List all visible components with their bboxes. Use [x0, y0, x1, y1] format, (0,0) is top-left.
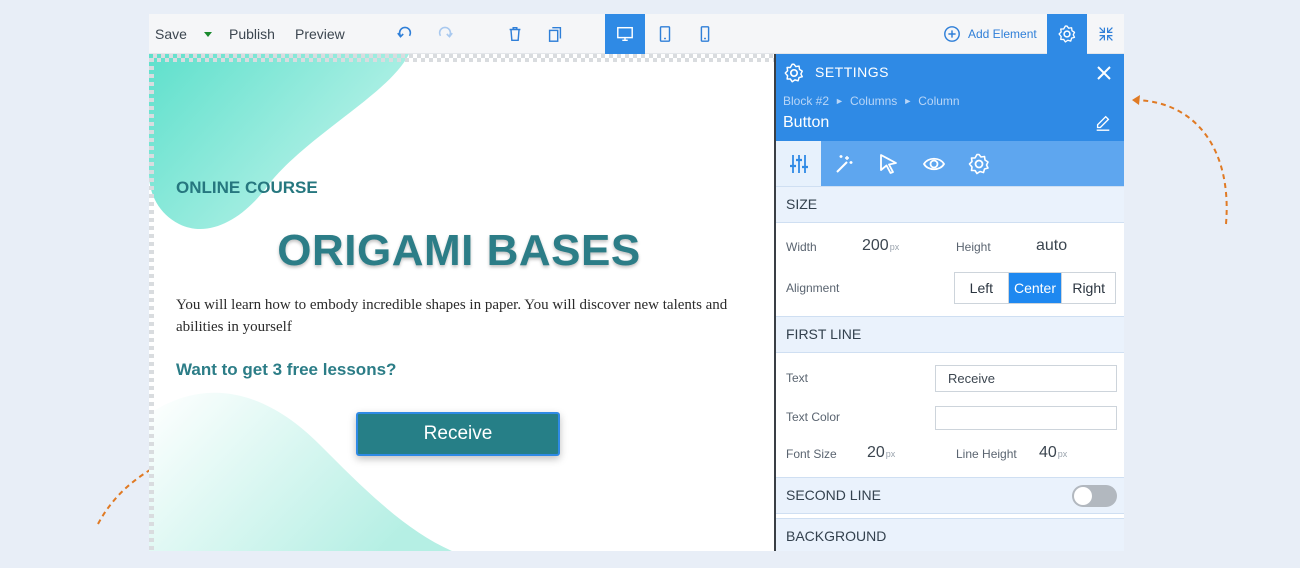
tab-visibility[interactable]: [911, 141, 956, 186]
line-height-value: 40: [1039, 444, 1057, 461]
settings-gear-button[interactable]: [1047, 14, 1087, 54]
redo-icon[interactable]: [425, 14, 465, 54]
font-size-label: Font Size: [786, 447, 837, 461]
duplicate-icon[interactable]: [535, 14, 575, 54]
line-height-unit: px: [1057, 449, 1068, 459]
settings-tabs: [776, 141, 1124, 186]
align-left-button[interactable]: Left: [955, 273, 1008, 303]
annotation-arrow-right: [1132, 95, 1228, 225]
sliders-icon: [789, 154, 808, 173]
mobile-view-icon[interactable]: [685, 14, 725, 54]
gear-icon: [1058, 25, 1076, 43]
tab-effects[interactable]: [821, 141, 866, 186]
preview-button[interactable]: Preview: [295, 14, 345, 54]
font-size-value: 20: [867, 444, 885, 461]
add-element-button[interactable]: Add Element: [943, 14, 1037, 54]
close-icon[interactable]: [1094, 63, 1114, 83]
width-value: 200: [862, 237, 889, 254]
add-element-label: Add Element: [968, 27, 1037, 41]
alignment-label: Alignment: [786, 281, 840, 295]
tablet-view-icon[interactable]: [645, 14, 685, 54]
tab-settings[interactable]: [956, 141, 1001, 186]
gear-icon: [968, 153, 989, 174]
text-color-label: Text Color: [786, 410, 841, 424]
section-size[interactable]: SIZE: [776, 186, 1124, 223]
second-line-toggle[interactable]: [1072, 485, 1117, 507]
top-decor-shape: [149, 54, 409, 230]
plus-circle-icon: [944, 26, 960, 42]
breadcrumb-columns[interactable]: Columns: [850, 94, 897, 108]
breadcrumb: Block #2 ► Columns ► Column: [783, 94, 960, 108]
pencil-icon[interactable]: [1094, 114, 1112, 132]
alignment-selector: Left Center Right: [954, 272, 1116, 304]
editor-app: Save Publish Preview Add Element ONLINE …: [149, 14, 1124, 551]
line-height-label: Line Height: [956, 447, 1017, 461]
eye-icon: [922, 157, 945, 170]
cursor-icon: [879, 153, 897, 174]
desktop-view-icon[interactable]: [605, 14, 645, 54]
canvas-top-border: [149, 54, 775, 62]
page-title: ORIGAMI BASES: [277, 226, 641, 275]
settings-header: SETTINGS Block #2 ► Columns ► Column But…: [776, 54, 1124, 141]
settings-gear-icon: [784, 63, 803, 83]
top-toolbar: Save Publish Preview Add Element: [149, 14, 1124, 54]
line-height-field[interactable]: 40px: [1039, 444, 1067, 462]
align-right-button[interactable]: Right: [1061, 273, 1115, 303]
tab-adjustments[interactable]: [776, 141, 821, 186]
element-name: Button: [783, 114, 830, 131]
height-value[interactable]: auto: [1036, 237, 1067, 255]
course-label: ONLINE COURSE: [176, 178, 318, 197]
toggle-knob: [1074, 487, 1092, 505]
bottom-decor-shape: [149, 392, 453, 551]
font-size-field[interactable]: 20px: [867, 444, 895, 462]
settings-panel: SETTINGS Block #2 ► Columns ► Column But…: [776, 54, 1124, 551]
width-unit: px: [889, 242, 900, 252]
question-text: Want to get 3 free lessons?: [176, 360, 397, 379]
width-value-field[interactable]: 200px: [862, 237, 899, 255]
publish-button[interactable]: Publish: [229, 14, 275, 54]
text-input[interactable]: Receive: [935, 365, 1117, 392]
tab-actions[interactable]: [866, 141, 911, 186]
settings-title: SETTINGS: [815, 64, 890, 80]
canvas-left-border: [149, 54, 154, 551]
description-text: You will learn how to embody incredible …: [176, 297, 728, 335]
align-center-button[interactable]: Center: [1007, 273, 1062, 303]
save-button[interactable]: Save: [155, 14, 187, 54]
text-color-input[interactable]: [935, 406, 1117, 430]
height-label: Height: [956, 240, 991, 254]
breadcrumb-block[interactable]: Block #2: [783, 94, 829, 108]
undo-icon[interactable]: [385, 14, 425, 54]
section-first-line[interactable]: FIRST LINE: [776, 316, 1124, 353]
width-label: Width: [786, 240, 817, 254]
breadcrumb-separator-icon: ►: [903, 96, 913, 106]
text-label: Text: [786, 371, 809, 385]
receive-button[interactable]: Receive: [356, 412, 560, 456]
breadcrumb-column[interactable]: Column: [918, 94, 959, 108]
breadcrumb-separator-icon: ►: [835, 96, 844, 106]
page-canvas[interactable]: ONLINE COURSE ORIGAMI BASES You will lea…: [149, 54, 775, 551]
section-background[interactable]: BACKGROUND: [776, 518, 1124, 551]
save-dropdown-icon[interactable]: [188, 14, 228, 54]
collapse-icon[interactable]: [1087, 14, 1124, 54]
magic-wand-icon: [835, 154, 852, 173]
font-size-unit: px: [885, 449, 896, 459]
trash-icon[interactable]: [495, 14, 535, 54]
